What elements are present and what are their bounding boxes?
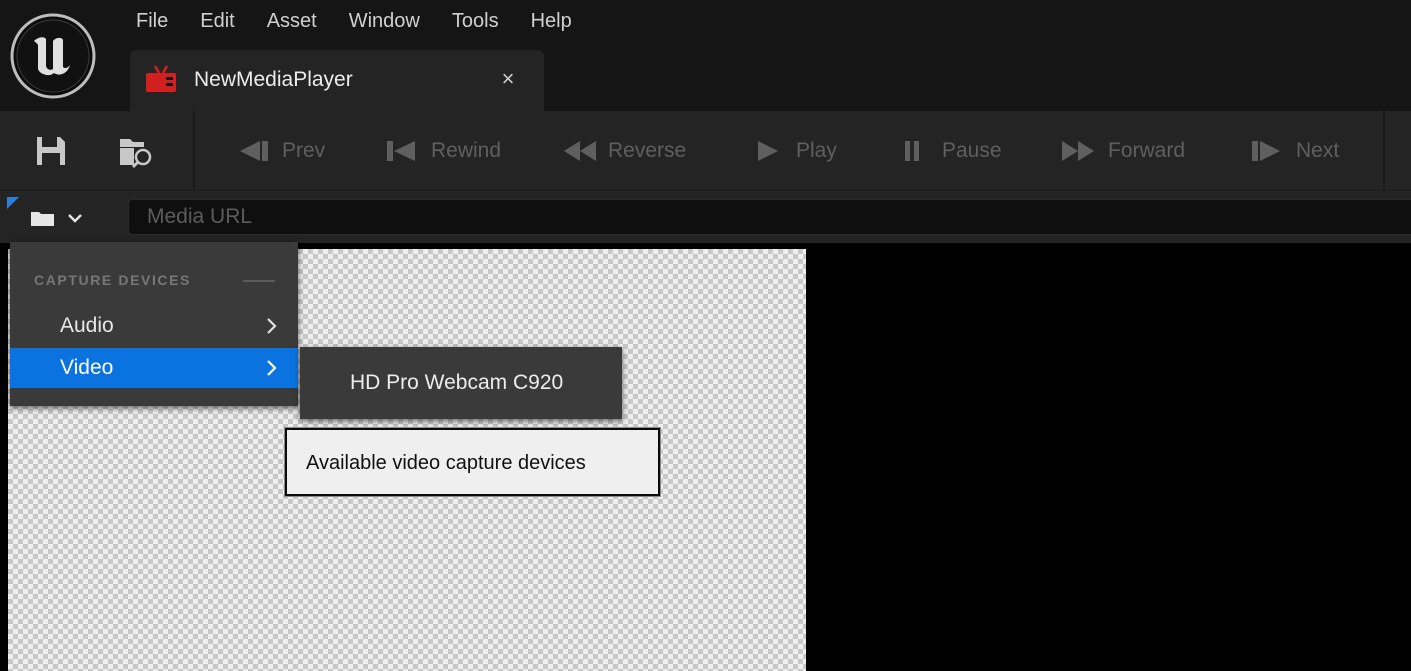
- capture-devices-menu: CAPTURE DEVICES Audio Video: [10, 242, 298, 406]
- menu-file[interactable]: File: [120, 0, 184, 46]
- tab-close-button[interactable]: ×: [496, 66, 520, 92]
- prev-label: Prev: [282, 139, 326, 162]
- rewind-button[interactable]: Rewind: [385, 133, 501, 169]
- capture-devices-header: CAPTURE DEVICES: [34, 272, 192, 288]
- save-icon[interactable]: [33, 133, 69, 169]
- play-button[interactable]: Play: [754, 133, 837, 169]
- forward-label: Forward: [1108, 139, 1186, 162]
- title-bar: File Edit Asset Window Tools Help NewMed…: [0, 0, 1411, 111]
- header-divider: [243, 280, 275, 282]
- next-label: Next: [1296, 139, 1340, 162]
- tab-title: NewMediaPlayer: [194, 68, 353, 91]
- menu-item-audio-label: Audio: [60, 314, 114, 337]
- tooltip-text: Available video capture devices: [306, 452, 586, 474]
- chevron-down-icon: [68, 214, 82, 223]
- menu-item-video-label: Video: [60, 356, 114, 379]
- chevron-right-icon: [267, 318, 277, 334]
- reverse-button[interactable]: Reverse: [562, 133, 686, 169]
- menu-edit[interactable]: Edit: [184, 0, 250, 46]
- unreal-logo-icon[interactable]: [8, 11, 98, 101]
- play-label: Play: [796, 139, 837, 162]
- prev-button[interactable]: Prev: [238, 133, 325, 169]
- reverse-icon: [564, 141, 596, 161]
- browse-asset-icon[interactable]: [118, 133, 154, 169]
- menu-item-video[interactable]: Video: [10, 348, 298, 388]
- menu-tools[interactable]: Tools: [436, 0, 515, 46]
- next-icon: [1252, 141, 1280, 161]
- pause-button[interactable]: Pause: [902, 133, 1002, 169]
- media-player-tv-icon: [146, 65, 176, 92]
- menu-item-audio[interactable]: Audio: [10, 306, 298, 346]
- rewind-icon: [387, 141, 415, 161]
- toolbar: Prev Rewind Reverse Play Pause Forward N…: [0, 111, 1411, 191]
- rewind-label: Rewind: [431, 139, 502, 162]
- tooltip: Available video capture devices: [285, 428, 660, 496]
- media-url-bar: [0, 191, 1411, 243]
- next-button[interactable]: Next: [1250, 133, 1339, 169]
- play-icon: [758, 141, 778, 161]
- media-url-input[interactable]: [128, 199, 1411, 235]
- prev-icon: [240, 141, 268, 161]
- menu-window[interactable]: Window: [333, 0, 436, 46]
- toolbar-separator: [1383, 111, 1385, 191]
- chevron-right-icon: [267, 360, 277, 376]
- tab-new-media-player[interactable]: NewMediaPlayer ×: [130, 50, 544, 111]
- toolbar-separator: [193, 111, 195, 191]
- open-source-dropdown-button[interactable]: [30, 204, 100, 232]
- video-devices-submenu: HD Pro Webcam C920: [300, 347, 622, 419]
- reverse-label: Reverse: [608, 139, 687, 162]
- folder-icon: [31, 212, 54, 226]
- forward-button[interactable]: Forward: [1060, 133, 1185, 169]
- corner-flag-icon: [7, 197, 19, 209]
- forward-icon: [1062, 141, 1094, 161]
- submenu-item-hd-pro-webcam[interactable]: HD Pro Webcam C920: [350, 371, 563, 395]
- menu-bar: File Edit Asset Window Tools Help: [120, 0, 588, 46]
- pause-label: Pause: [942, 139, 1002, 162]
- pause-icon: [905, 141, 919, 161]
- menu-asset[interactable]: Asset: [251, 0, 333, 46]
- menu-help[interactable]: Help: [515, 0, 588, 46]
